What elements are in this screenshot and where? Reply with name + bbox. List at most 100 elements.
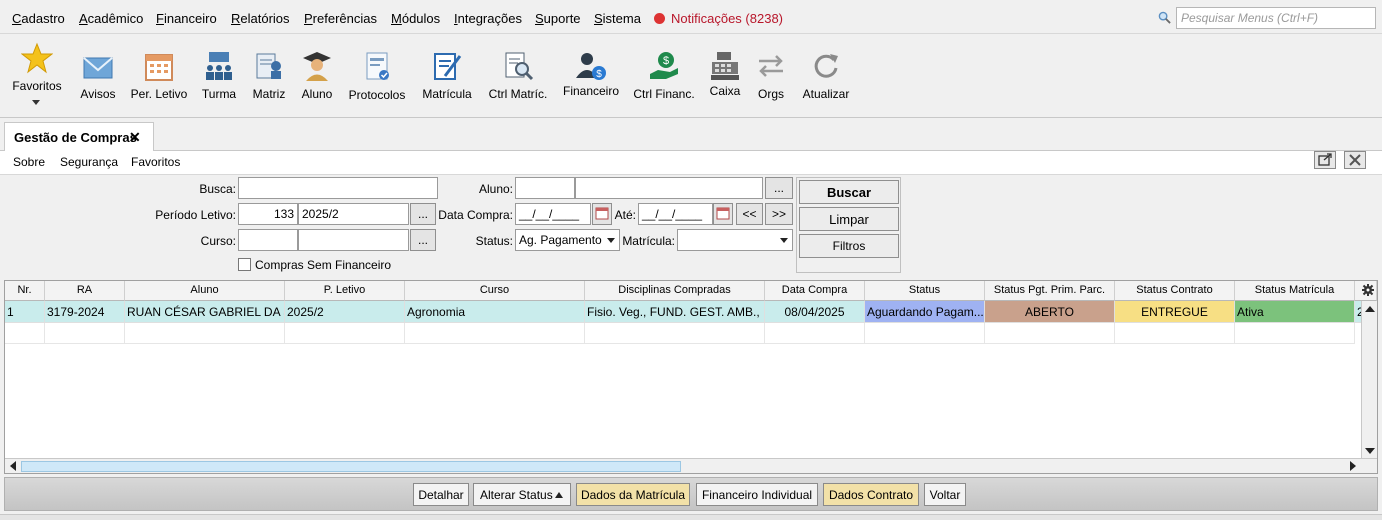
notifications-link[interactable]: Notificações (8238) [654, 11, 783, 26]
column-settings-button[interactable] [1355, 281, 1377, 301]
close-window-button[interactable] [1344, 151, 1366, 169]
toolbar-matriz[interactable]: Matriz [248, 34, 290, 118]
toolbar-aluno[interactable]: Aluno [296, 34, 338, 118]
col-header-status-pgt[interactable]: Status Pgt. Prim. Parc. [985, 281, 1115, 301]
toolbar-label-ctrl-financ: Ctrl Financ. [633, 87, 695, 101]
toolbar-financeiro[interactable]: $ Financeiro [560, 34, 622, 118]
col-header-curso[interactable]: Curso [405, 281, 585, 301]
status-bar [0, 514, 1382, 520]
scroll-right-icon[interactable] [1347, 460, 1359, 472]
aluno-lookup-button[interactable]: ... [765, 177, 793, 199]
curso-input[interactable] [298, 229, 409, 251]
toolbar-protocolos[interactable]: Protocolos [346, 34, 408, 118]
menu-preferencias[interactable]: Preferências [304, 11, 377, 26]
alterar-status-button[interactable]: Alterar Status [473, 483, 571, 506]
vertical-scrollbar[interactable] [1361, 301, 1377, 459]
menu-relatorios[interactable]: Relatórios [231, 11, 290, 26]
table-cell-disciplinas[interactable]: Fisio. Veg., FUND. GEST. AMB., ... [585, 301, 765, 323]
toolbar-matricula[interactable]: Matrícula [418, 34, 476, 118]
limpar-button[interactable]: Limpar [799, 207, 899, 231]
detalhar-button[interactable]: Detalhar [413, 483, 469, 506]
table-cell-p-letivo[interactable]: 2025/2 [285, 301, 405, 323]
data-compra-calendar-button[interactable] [592, 203, 612, 225]
menu-academico[interactable]: Acadêmico [79, 11, 143, 26]
matricula-select[interactable] [677, 229, 793, 251]
horizontal-scroll-thumb[interactable] [21, 461, 681, 472]
toolbar-label-ctrl-matric: Ctrl Matríc. [488, 87, 548, 101]
periodo-letivo-label: Período Letivo: [155, 208, 236, 222]
menu-sistema[interactable]: Sistema [594, 11, 641, 26]
table-cell-status-matricula[interactable]: Ativa [1235, 301, 1355, 323]
notification-icon [654, 13, 665, 24]
table-cell-status-contrato[interactable]: ENTREGUE [1115, 301, 1235, 323]
col-header-disciplinas[interactable]: Disciplinas Compradas [585, 281, 765, 301]
table-cell-status[interactable]: Aguardando Pagam... [865, 301, 985, 323]
col-header-status[interactable]: Status [865, 281, 985, 301]
previous-period-button[interactable]: << [736, 203, 763, 225]
financeiro-individual-button[interactable]: Financeiro Individual [696, 483, 818, 506]
ate-input[interactable]: __/__/____ [638, 203, 713, 225]
col-header-status-matricula[interactable]: Status Matrícula [1235, 281, 1355, 301]
col-header-data-compra[interactable]: Data Compra [765, 281, 865, 301]
table-cell-data-compra[interactable]: 08/04/2025 [765, 301, 865, 323]
menu-bar: Cadastro Acadêmico Financeiro Relatórios… [0, 0, 1382, 34]
tab-gestao-compras[interactable]: Gestão de Compras ✕ [4, 122, 154, 152]
curso-lookup-button[interactable]: ... [410, 229, 436, 251]
scroll-up-icon[interactable] [1363, 303, 1377, 315]
status-select[interactable]: Ag. Pagamento [515, 229, 620, 251]
curso-code-input[interactable] [238, 229, 298, 251]
toolbar-favoritos[interactable]: Favoritos [8, 34, 66, 118]
toolbar-label-atualizar: Atualizar [802, 87, 850, 101]
scroll-left-icon[interactable] [7, 460, 19, 472]
toolbar-ctrl-financ[interactable]: $ Ctrl Financ. [632, 34, 696, 118]
data-compra-input[interactable]: __/__/____ [515, 203, 591, 225]
col-header-p-letivo[interactable]: P. Letivo [285, 281, 405, 301]
menu-modulos[interactable]: Módulos [391, 11, 440, 26]
aluno-input[interactable] [575, 177, 763, 199]
col-header-aluno[interactable]: Aluno [125, 281, 285, 301]
toolbar-ctrl-matric[interactable]: Ctrl Matríc. [484, 34, 552, 118]
chevron-down-icon[interactable] [32, 100, 40, 105]
col-header-status-contrato[interactable]: Status Contrato [1115, 281, 1235, 301]
busca-input[interactable] [238, 177, 438, 199]
compras-sem-financeiro-checkbox[interactable] [238, 258, 251, 271]
periodo-letivo-input[interactable]: 2025/2 [298, 203, 409, 225]
submenu-favoritos[interactable]: Favoritos [131, 155, 180, 169]
periodo-lookup-button[interactable]: ... [410, 203, 436, 225]
table-cell-curso[interactable]: Agronomia [405, 301, 585, 323]
toolbar-per-letivo[interactable]: Per. Letivo [128, 34, 190, 118]
table-cell-aluno[interactable]: RUAN CÉSAR GABRIEL DA S... [125, 301, 285, 323]
dados-contrato-button[interactable]: Dados Contrato [823, 483, 919, 506]
filtros-button[interactable]: Filtros [799, 234, 899, 258]
menu-integracoes[interactable]: Integrações [454, 11, 522, 26]
submenu-seguranca[interactable]: Segurança [60, 155, 118, 169]
menu-financeiro[interactable]: Financeiro [156, 11, 217, 26]
toolbar-atualizar[interactable]: Atualizar [800, 34, 852, 118]
periodo-letivo-code-input[interactable]: 133 [238, 203, 298, 225]
horizontal-scrollbar[interactable] [5, 458, 1377, 473]
submenu-sobre[interactable]: Sobre [13, 155, 45, 169]
table-cell-status-pgt[interactable]: ABERTO [985, 301, 1115, 323]
toolbar-turma[interactable]: Turma [198, 34, 240, 118]
close-icon[interactable]: ✕ [129, 129, 141, 146]
toolbar-caixa[interactable]: Caixa [704, 34, 746, 118]
ate-calendar-button[interactable] [713, 203, 733, 225]
table-cell-ra[interactable]: 3179-2024 [45, 301, 125, 323]
aluno-code-input[interactable] [515, 177, 575, 199]
calendar-icon [145, 54, 173, 81]
menu-cadastro[interactable]: Cadastro [12, 11, 65, 26]
detach-window-button[interactable] [1314, 151, 1336, 169]
toolbar-avisos[interactable]: Avisos [76, 34, 120, 118]
next-period-button[interactable]: >> [765, 203, 793, 225]
table-cell-nr[interactable]: 1 [5, 301, 45, 323]
col-header-ra[interactable]: RA [45, 281, 125, 301]
buscar-button[interactable]: Buscar [799, 180, 899, 204]
toolbar-orgs[interactable]: Orgs [754, 34, 788, 118]
menu-suporte[interactable]: Suporte [535, 11, 581, 26]
col-header-nr[interactable]: Nr. [5, 281, 45, 301]
scroll-down-icon[interactable] [1363, 445, 1377, 457]
toolbar-label-orgs: Orgs [757, 87, 785, 101]
voltar-button[interactable]: Voltar [924, 483, 966, 506]
dados-matricula-button[interactable]: Dados da Matrícula [576, 483, 690, 506]
menu-search-input[interactable]: Pesquisar Menus (Ctrl+F) [1176, 7, 1376, 29]
